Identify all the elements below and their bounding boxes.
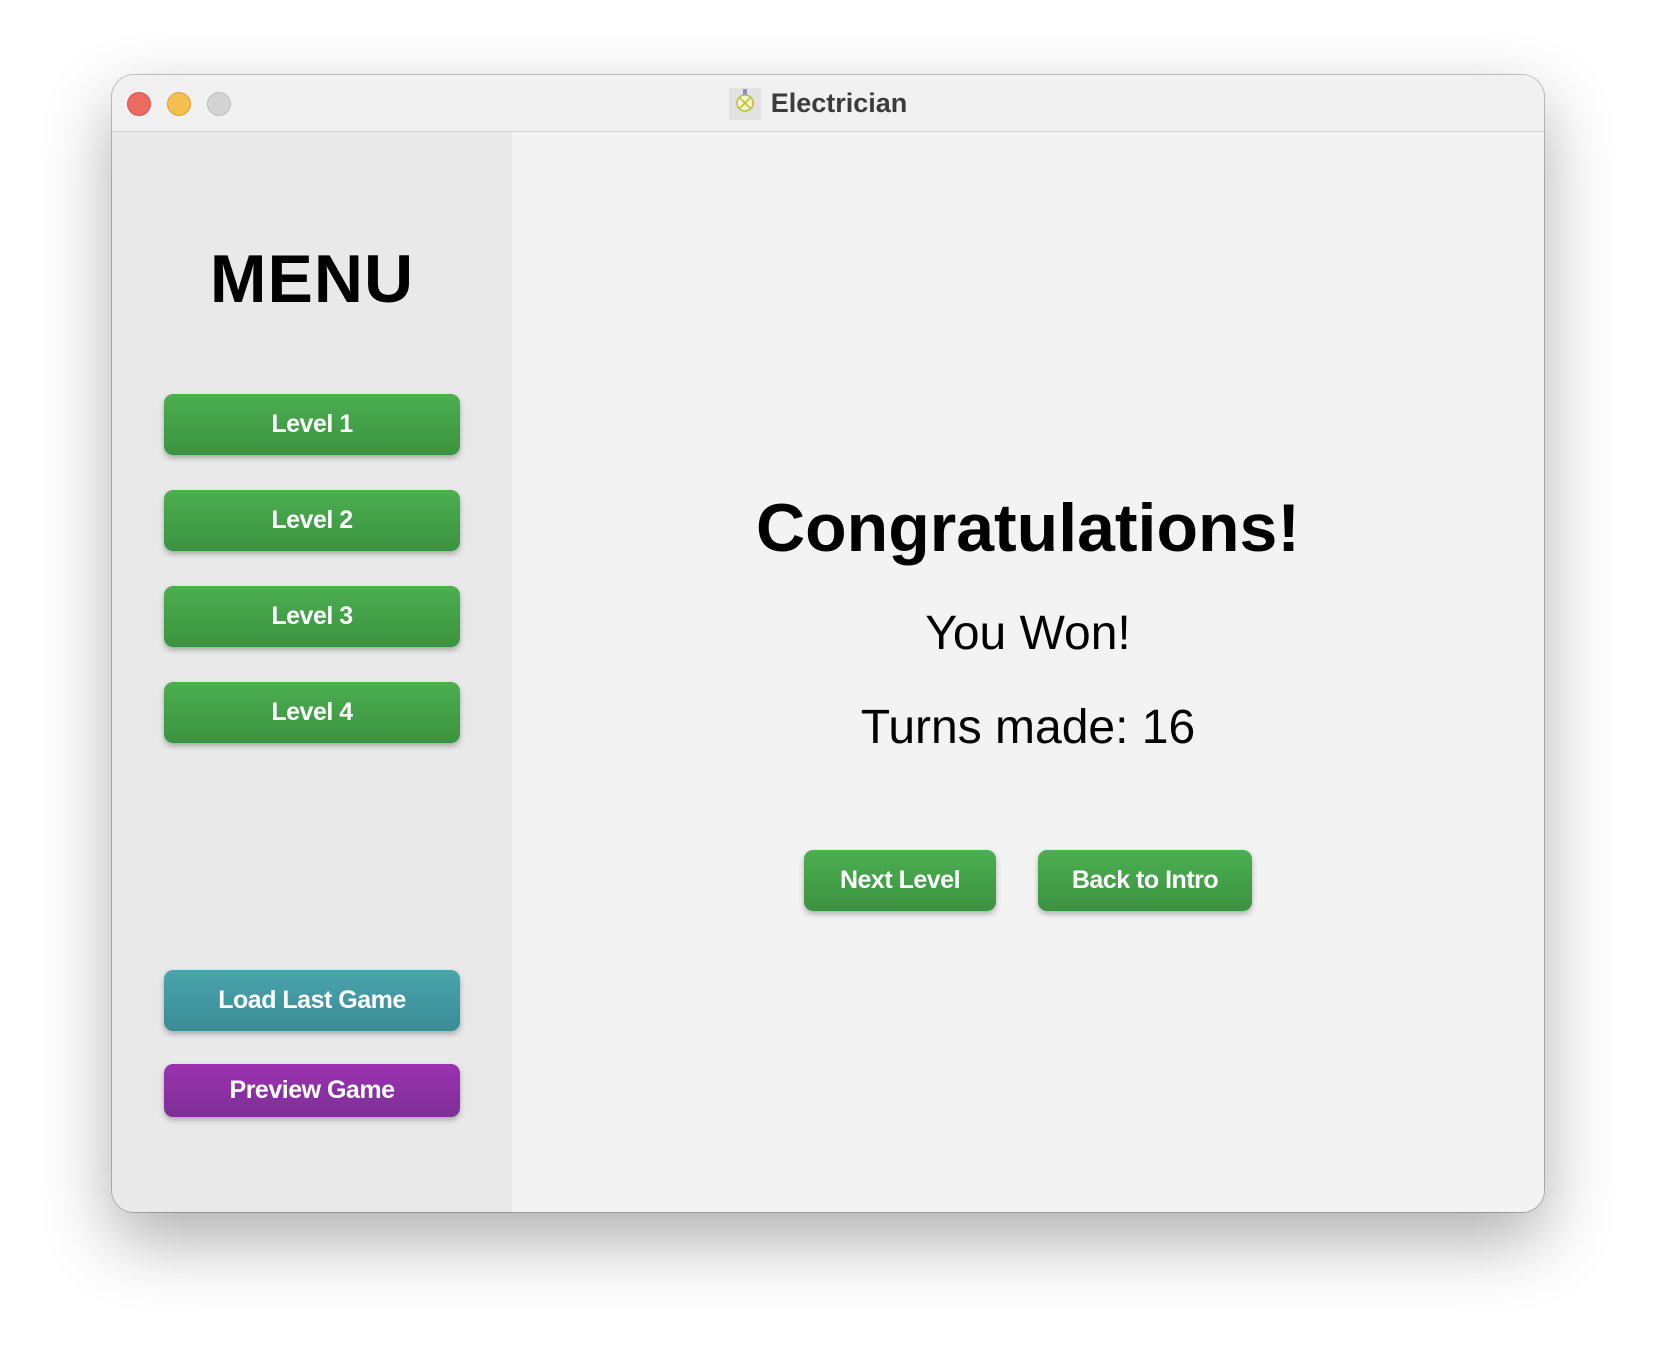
result-panel: Congratulations! You Won! Turns made: 16… bbox=[512, 132, 1544, 1212]
congratulations-heading: Congratulations! bbox=[756, 490, 1300, 566]
turns-made-label: Turns made: bbox=[860, 701, 1129, 754]
window-title: Electrician bbox=[770, 88, 908, 118]
menu-sidebar: MENU Level 1 Level 2 Level 3 Level 4 Loa… bbox=[112, 132, 512, 1212]
turns-made-text: Turns made: 16 bbox=[512, 700, 1544, 755]
preview-game-button[interactable]: Preview Game bbox=[164, 1064, 460, 1117]
next-level-button[interactable]: Next Level bbox=[804, 850, 996, 911]
level-1-button[interactable]: Level 1 bbox=[164, 394, 460, 455]
level-4-button[interactable]: Level 4 bbox=[164, 682, 460, 743]
app-window: Electrician MENU Level 1 Level 2 Level 3… bbox=[112, 75, 1544, 1212]
title-group: Electrician bbox=[112, 75, 1544, 132]
back-to-intro-button[interactable]: Back to Intro bbox=[1038, 850, 1252, 911]
level-2-button[interactable]: Level 2 bbox=[164, 490, 460, 551]
level-3-button[interactable]: Level 3 bbox=[164, 586, 460, 647]
turns-made-value: 16 bbox=[1141, 701, 1196, 754]
load-last-game-button[interactable]: Load Last Game bbox=[164, 970, 460, 1031]
title-bar[interactable]: Electrician bbox=[112, 75, 1544, 132]
lightbulb-icon bbox=[728, 87, 761, 120]
menu-heading: MENU bbox=[209, 241, 415, 317]
win-message: You Won! bbox=[925, 607, 1131, 660]
